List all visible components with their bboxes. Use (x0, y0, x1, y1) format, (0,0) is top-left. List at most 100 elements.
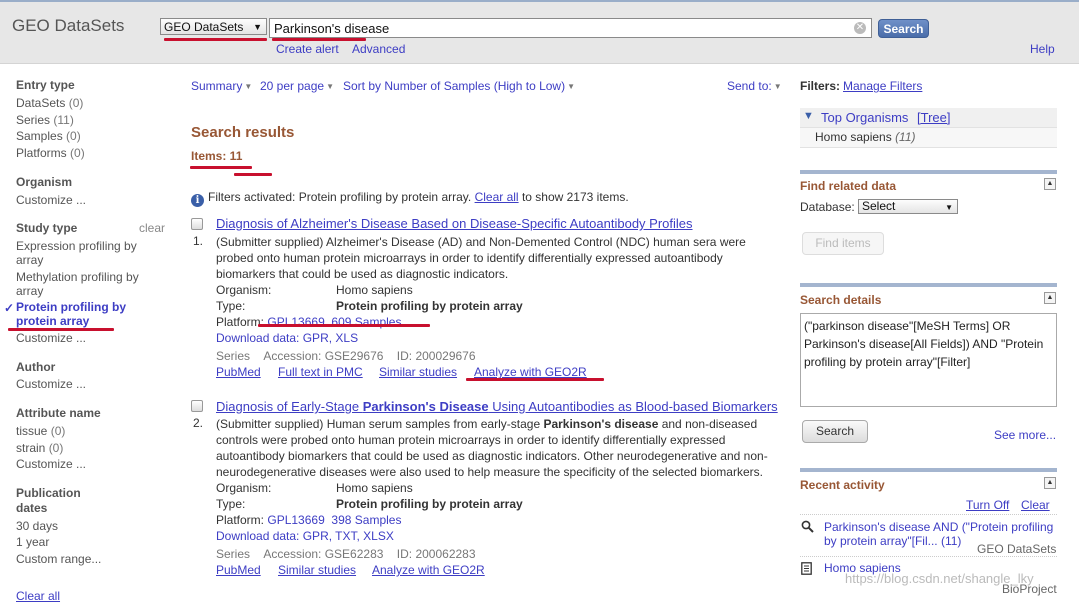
filters-label: Filters: (800, 79, 841, 93)
annotation-underline (190, 166, 252, 169)
filter-expression-profiling[interactable]: Expression profiling by array (16, 239, 144, 267)
app-title[interactable]: GEO DataSets (12, 16, 124, 36)
filter-strain[interactable]: strain (0) (16, 441, 63, 455)
download-data-link[interactable]: Download data: GPR, XLS (216, 331, 358, 345)
organism-customize-link[interactable]: Customize ... (16, 193, 86, 207)
recent-activity-heading: Recent activity (800, 478, 885, 492)
filter-protein-profiling-selected[interactable]: Protein profiling by protein array (16, 300, 134, 328)
result-checkbox[interactable] (191, 218, 203, 230)
filter-methylation-profiling[interactable]: Methylation profiling by array (16, 270, 144, 298)
chevron-down-icon: ▼ (567, 82, 576, 91)
chevron-down-icon: ▼ (773, 82, 782, 91)
annotation-underline (164, 38, 267, 41)
filter-datasets[interactable]: DataSets (0) (16, 96, 83, 110)
advanced-search-link[interactable]: Advanced (352, 42, 405, 56)
study-type-customize-link[interactable]: Customize ... (16, 331, 86, 345)
filter-1-year[interactable]: 1 year (16, 535, 49, 549)
result-title-link[interactable]: Diagnosis of Alzheimer's Disease Based o… (216, 216, 693, 231)
study-type-heading: Study type (16, 221, 78, 235)
attribute-customize-link[interactable]: Customize ... (16, 457, 86, 471)
organism-item[interactable]: Homo sapiens (11) (815, 130, 916, 144)
search-icon (801, 520, 814, 533)
database-select-value: GEO DataSets (164, 20, 244, 34)
chevron-down-icon: ▼ (326, 82, 334, 91)
database-select[interactable]: GEO DataSets ▼ (160, 18, 267, 35)
summary-dropdown[interactable]: Summary ▼ (191, 79, 252, 93)
organism-value: Homo sapiens (336, 481, 413, 495)
document-icon (801, 562, 812, 575)
triangle-down-icon[interactable]: ▼ (803, 110, 814, 122)
recent-item-source: GEO DataSets (977, 542, 1057, 556)
search-details-textarea[interactable]: ("parkinson disease"[MeSH Terms] OR Park… (800, 313, 1057, 407)
type-label: Type: (216, 497, 246, 511)
clear-search-icon[interactable]: ✕ (854, 22, 866, 34)
database-select-related[interactable]: Select ▼ (858, 199, 958, 214)
tree-link[interactable]: [Tree] (917, 110, 950, 125)
publication-dates-heading: Publication dates (16, 486, 81, 515)
annotation-underline (234, 173, 272, 176)
chevron-down-icon: ▼ (253, 22, 262, 32)
organism-label: Organism: (216, 283, 272, 297)
watermark: https://blog.csdn.net/shangle_lky (845, 571, 1034, 586)
result-description: (Submitter supplied) Alzheimer's Disease… (216, 235, 746, 281)
clear-recent-link[interactable]: Clear (1021, 498, 1050, 512)
result-checkbox[interactable] (191, 400, 203, 412)
pmc-fulltext-link[interactable]: Full text in PMC (278, 365, 363, 379)
attribute-heading: Attribute name (16, 406, 101, 420)
study-type-clear-link[interactable]: clear (139, 221, 165, 235)
pubmed-link[interactable]: PubMed (216, 563, 261, 577)
filter-custom-range[interactable]: Custom range... (16, 552, 101, 566)
search-results-title: Search results (191, 124, 295, 141)
samples-link[interactable]: 398 Samples (331, 513, 401, 527)
header-bar: GEO DataSets GEO DataSets ▼ Parkinson's … (0, 0, 1079, 64)
search-input-value: Parkinson's disease (274, 21, 390, 36)
create-alert-link[interactable]: Create alert (276, 42, 339, 56)
filter-platforms[interactable]: Platforms (0) (16, 146, 85, 160)
clear-all-filters-link[interactable]: Clear all (16, 589, 60, 603)
analyze-geo2r-link[interactable]: Analyze with GEO2R (474, 365, 587, 379)
result-number: 2. (193, 416, 204, 430)
clear-all-link[interactable]: Clear all (475, 190, 519, 204)
type-label: Type: (216, 299, 246, 313)
filter-samples[interactable]: Samples (0) (16, 129, 81, 143)
per-page-dropdown[interactable]: 20 per page ▼ (260, 79, 334, 93)
turn-off-link[interactable]: Turn Off (966, 498, 1009, 512)
collapse-icon[interactable]: ▲ (1044, 292, 1056, 304)
section-divider (800, 170, 1057, 174)
filters-activated-note: i Filters activated: Protein profiling by… (191, 190, 629, 207)
top-organisms-label[interactable]: Top Organisms (821, 110, 908, 125)
similar-studies-link[interactable]: Similar studies (379, 365, 457, 379)
analyze-geo2r-link[interactable]: Analyze with GEO2R (372, 563, 485, 577)
see-more-link[interactable]: See more... (994, 428, 1056, 442)
annotation-underline (272, 38, 366, 41)
find-items-button[interactable]: Find items (802, 232, 884, 255)
section-divider (800, 468, 1057, 472)
search-details-button[interactable]: Search (802, 420, 868, 443)
collapse-icon[interactable]: ▲ (1044, 477, 1056, 489)
search-input[interactable]: Parkinson's disease ✕ (269, 18, 872, 38)
manage-filters-link[interactable]: Manage Filters (843, 79, 922, 93)
sort-dropdown[interactable]: Sort by Number of Samples (High to Low) ▼ (343, 79, 575, 93)
type-value: Protein profiling by protein array (336, 497, 523, 511)
database-label: Database: (800, 200, 855, 214)
similar-studies-link[interactable]: Similar studies (278, 563, 356, 577)
filter-30-days[interactable]: 30 days (16, 519, 58, 533)
type-value: Protein profiling by protein array (336, 299, 523, 313)
author-customize-link[interactable]: Customize ... (16, 377, 86, 391)
download-data-link[interactable]: Download data: GPR, TXT, XLSX (216, 529, 394, 543)
result-title-link[interactable]: Diagnosis of Early-Stage Parkinson's Dis… (216, 399, 778, 414)
filter-series[interactable]: Series (11) (16, 113, 74, 127)
platform-row: Platform: GPL13669 398 Samples (216, 513, 402, 527)
chevron-down-icon: ▼ (945, 203, 953, 212)
platform-link[interactable]: GPL13669 (267, 513, 324, 527)
collapse-icon[interactable]: ▲ (1044, 178, 1056, 190)
send-to-dropdown[interactable]: Send to: ▼ (727, 79, 782, 93)
items-count: Items: 11 (191, 149, 243, 163)
result-number: 1. (193, 234, 204, 248)
annotation-underline (258, 324, 430, 327)
filter-tissue[interactable]: tissue (0) (16, 424, 65, 438)
search-button[interactable]: Search (878, 19, 929, 38)
divider (800, 556, 1057, 557)
help-link[interactable]: Help (1030, 42, 1055, 56)
pubmed-link[interactable]: PubMed (216, 365, 261, 379)
